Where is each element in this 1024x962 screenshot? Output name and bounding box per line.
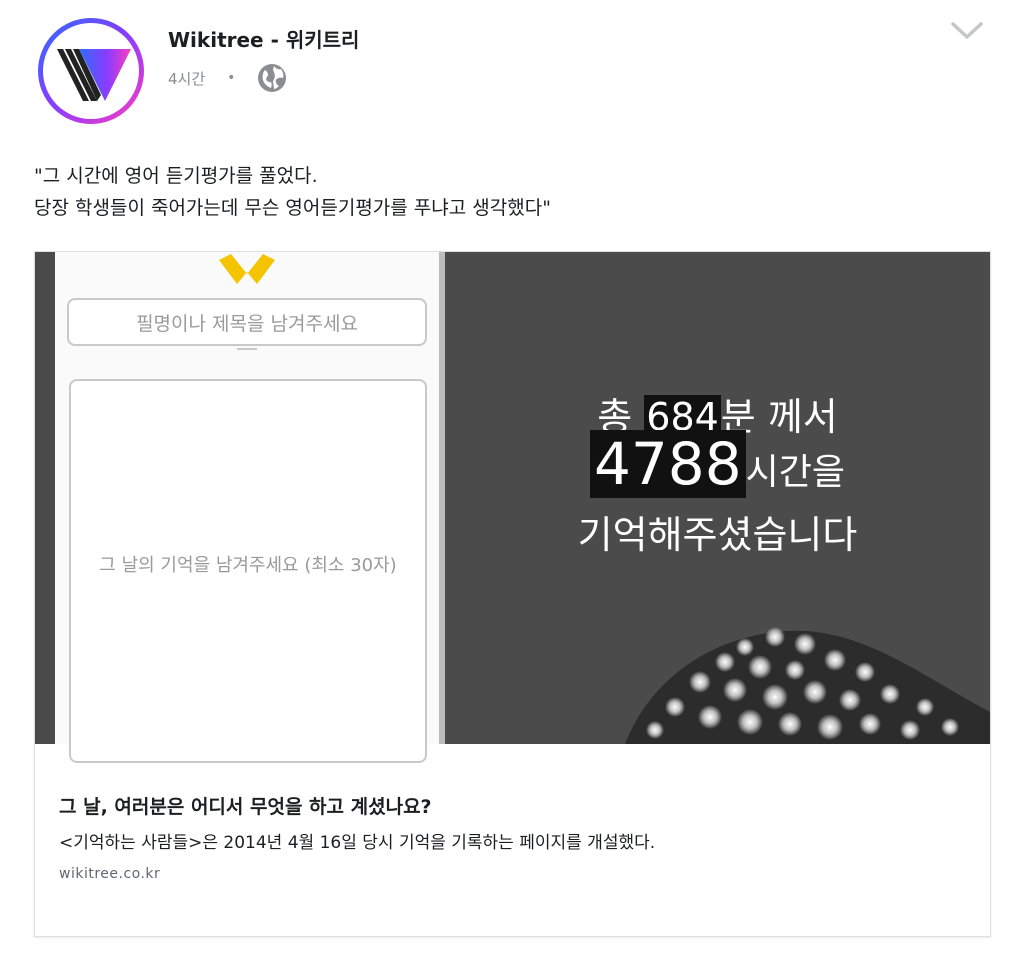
memorial-panel: 총 684분 께서 4788 시간을 기억해주셨습니다	[445, 252, 990, 744]
candlelight-photo	[625, 627, 990, 744]
memory-textarea: 그 날의 기억을 남겨주세요 (최소 30자)	[69, 379, 427, 763]
globe-icon[interactable]	[257, 63, 287, 93]
image-left-border	[35, 252, 55, 744]
name-input: 필명이나 제목을 남겨주세요	[67, 298, 427, 346]
chevron-down-icon[interactable]	[950, 20, 984, 42]
hours-line: 4788 시간을	[445, 428, 990, 500]
link-preview-image[interactable]: 필명이나 제목을 남겨주세요 그 날의 기억을 남겨주세요 (최소 30자) 총…	[35, 252, 990, 763]
name-input-placeholder: 필명이나 제목을 남겨주세요	[136, 312, 358, 335]
hours-suffix: 시간을	[745, 452, 845, 493]
post-meta: 4시간 •	[168, 64, 287, 92]
hours-count: 4788	[590, 430, 746, 498]
phone-screenshot: 필명이나 제목을 남겨주세요 그 날의 기억을 남겨주세요 (최소 30자)	[55, 252, 439, 763]
link-title[interactable]: 그 날, 여러분은 어디서 무엇을 하고 계셨나요?	[59, 792, 432, 819]
yellow-ribbon-icon	[219, 254, 275, 284]
divider	[237, 348, 257, 350]
post-timestamp[interactable]: 4시간	[168, 68, 205, 89]
remembered-line: 기억해주셨습니다	[577, 513, 858, 557]
page-avatar[interactable]	[38, 18, 144, 124]
link-preview-card[interactable]: 필명이나 제목을 남겨주세요 그 날의 기억을 남겨주세요 (최소 30자) 총…	[34, 251, 991, 937]
page-name-link[interactable]: Wikitree - 위키트리	[168, 24, 359, 53]
wikitree-logo	[43, 23, 139, 119]
link-domain: wikitree.co.kr	[59, 866, 161, 882]
post-message-line: "그 시간에 영어 듣기평가를 풀었다.	[34, 165, 318, 187]
post-message-line: 당장 학생들이 죽어가는데 무슨 영어듣기평가를 푸냐고 생각했다"	[34, 197, 551, 219]
memory-textarea-placeholder: 그 날의 기억을 남겨주세요 (최소 30자)	[99, 555, 397, 576]
link-description: <기억하는 사람들>은 2014년 4월 16일 당시 기억을 기록하는 페이지…	[59, 833, 656, 853]
meta-separator: •	[227, 70, 236, 86]
post-message: "그 시간에 영어 듣기평가를 풀었다. 당장 학생들이 죽어가는데 무슨 영어…	[34, 160, 994, 224]
